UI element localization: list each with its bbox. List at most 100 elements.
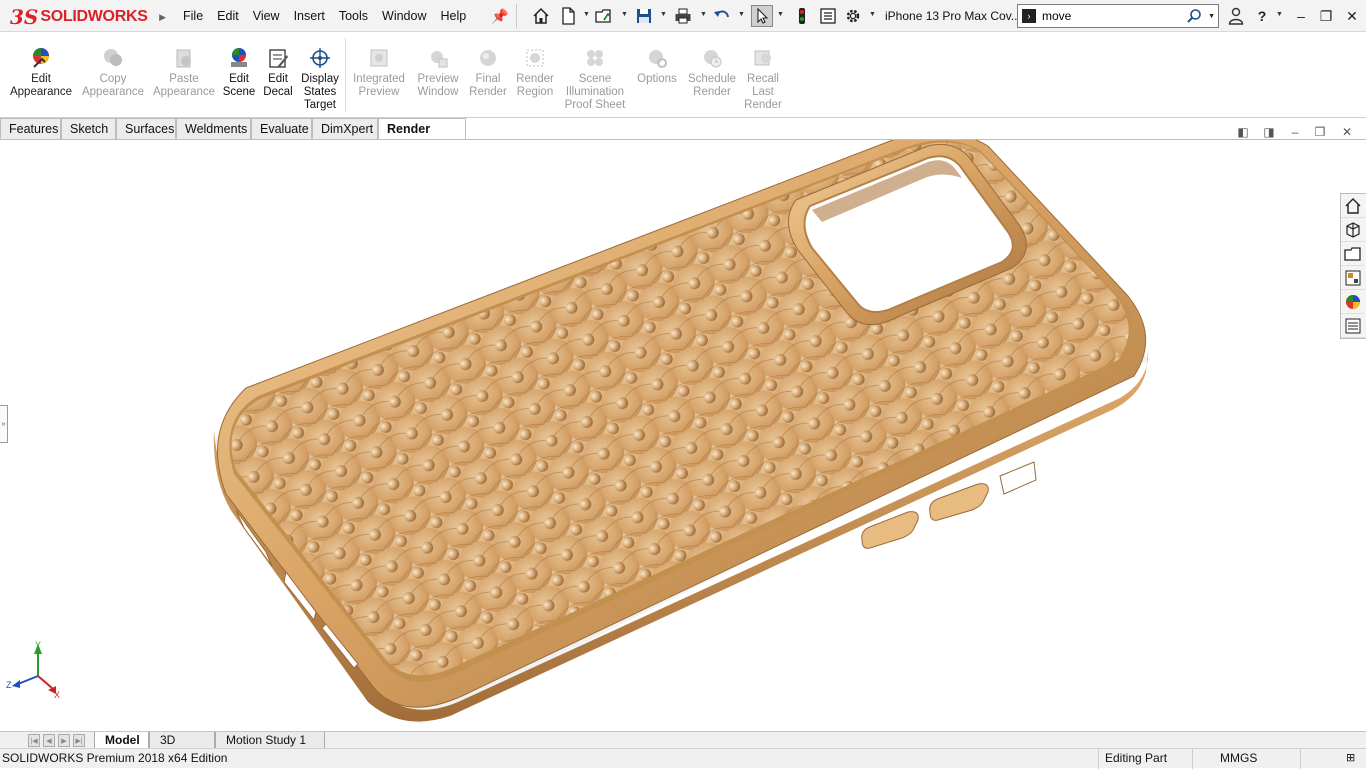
design-library-icon[interactable] — [1341, 218, 1365, 242]
solidworks-resources-icon[interactable] — [1341, 194, 1365, 218]
render-region-button[interactable]: Render Region — [512, 46, 558, 99]
tile-left-icon[interactable]: ◧ — [1235, 125, 1251, 141]
menu-tools[interactable]: Tools — [332, 9, 375, 23]
edit-scene-button[interactable]: Edit Scene — [220, 46, 258, 99]
schedule-render-button[interactable]: Schedule Render — [684, 46, 740, 99]
options-icon — [645, 46, 669, 70]
task-pane-tabs — [1340, 193, 1366, 339]
appearances-scenes-icon[interactable] — [1341, 290, 1365, 314]
options-dropdown-icon[interactable]: ▼ — [869, 11, 876, 18]
options-button[interactable]: Options — [633, 46, 681, 86]
file-properties-icon[interactable] — [817, 5, 839, 27]
command-search-box[interactable]: › ▼ — [1017, 4, 1219, 28]
menu-insert[interactable]: Insert — [287, 9, 332, 23]
edit-decal-button[interactable]: Edit Decal — [260, 46, 296, 99]
window-close-icon[interactable]: ✕ — [1341, 5, 1363, 27]
undo-icon[interactable] — [711, 5, 733, 27]
integrated-preview-label: Integrated Preview — [353, 73, 405, 98]
new-dropdown-icon[interactable]: ▼ — [583, 11, 590, 18]
solidworks-logo[interactable]: 3S SOLIDWORKS ▶ — [10, 2, 166, 32]
prev-tab-arrow-icon[interactable]: ◀ — [43, 734, 55, 747]
paste-appearance-button[interactable]: Paste Appearance — [150, 46, 218, 99]
home-icon[interactable] — [530, 5, 552, 27]
final-render-button[interactable]: Final Render — [466, 46, 510, 99]
options-gear-icon[interactable] — [842, 5, 864, 27]
open-folder-icon[interactable] — [593, 5, 615, 27]
scene-illumination-button[interactable]: Scene Illumination Proof Sheet — [561, 46, 629, 112]
bottom-tab-motion-study[interactable]: Motion Study 1 — [215, 732, 325, 749]
menu-view[interactable]: View — [246, 9, 287, 23]
save-dropdown-icon[interactable]: ▼ — [660, 11, 667, 18]
tab-weldments[interactable]: Weldments — [176, 118, 251, 140]
preview-window-button[interactable]: Preview Window — [412, 46, 464, 99]
search-input[interactable] — [1042, 9, 1172, 23]
print-icon[interactable] — [672, 5, 694, 27]
tab-evaluate[interactable]: Evaluate — [251, 118, 312, 140]
display-states-target-button[interactable]: Display States Target — [299, 46, 341, 112]
viewport-restore-icon[interactable]: ❐ — [1312, 125, 1328, 141]
menu-file[interactable]: File — [176, 9, 210, 23]
viewport-minimize-icon[interactable]: – — [1287, 125, 1303, 141]
select-cursor-icon[interactable] — [751, 5, 773, 27]
tab-dimxpert[interactable]: DimXpert — [312, 118, 378, 140]
help-icon[interactable]: ? — [1251, 5, 1273, 27]
user-account-icon[interactable] — [1225, 5, 1247, 27]
new-document-icon[interactable] — [557, 5, 579, 27]
menu-edit[interactable]: Edit — [210, 9, 246, 23]
resize-grip-icon[interactable]: ⊞ — [1346, 751, 1355, 764]
title-bar: 3S SOLIDWORKS ▶ File Edit View Insert To… — [0, 0, 1366, 32]
undo-dropdown-icon[interactable]: ▼ — [738, 11, 745, 18]
viewport-close-icon[interactable]: ✕ — [1339, 125, 1355, 141]
tab-sketch[interactable]: Sketch — [61, 118, 116, 140]
edit-appearance-button[interactable]: Edit Appearance — [8, 46, 74, 99]
view-palette-icon[interactable] — [1341, 266, 1365, 290]
status-edition: SOLIDWORKS Premium 2018 x64 Edition — [2, 751, 228, 765]
bottom-tab-model[interactable]: Model — [94, 732, 149, 749]
feature-manager-flyout-handle[interactable]: » — [0, 405, 8, 443]
final-render-icon — [476, 46, 500, 70]
rebuild-traffic-light-icon[interactable] — [791, 5, 813, 27]
copy-appearance-label: Copy Appearance — [81, 73, 145, 98]
graphics-area[interactable]: Y X Z — [0, 140, 1366, 732]
status-divider — [1300, 749, 1301, 769]
scene-illumination-label: Scene Illumination Proof Sheet — [564, 73, 626, 111]
schedule-render-label: Schedule Render — [688, 73, 736, 98]
search-dropdown-icon[interactable]: ▼ — [1208, 13, 1215, 20]
triad-y-label: Y — [35, 640, 41, 650]
search-icon[interactable] — [1186, 8, 1202, 27]
open-dropdown-icon[interactable]: ▼ — [621, 11, 628, 18]
pin-menu-icon[interactable]: 📌 — [491, 8, 508, 25]
help-dropdown-icon[interactable]: ▼ — [1276, 11, 1283, 18]
bottom-tab-3d-views[interactable]: 3D Views — [149, 732, 215, 763]
save-icon[interactable] — [633, 5, 655, 27]
last-tab-arrow-icon[interactable]: ▶| — [73, 734, 85, 747]
integrated-preview-button[interactable]: Integrated Preview — [350, 46, 408, 99]
file-explorer-icon[interactable] — [1341, 242, 1365, 266]
custom-properties-icon[interactable] — [1341, 314, 1365, 338]
edit-appearance-label: Edit Appearance — [9, 73, 73, 98]
next-tab-arrow-icon[interactable]: ▶ — [58, 734, 70, 747]
window-restore-icon[interactable]: ❐ — [1315, 5, 1337, 27]
select-dropdown-icon[interactable]: ▼ — [777, 11, 784, 18]
first-tab-arrow-icon[interactable]: |◀ — [28, 734, 40, 747]
display-states-target-label: Display States Target — [301, 73, 339, 111]
copy-appearance-icon — [101, 46, 125, 70]
tile-right-icon[interactable]: ◨ — [1261, 125, 1277, 141]
recall-last-render-button[interactable]: Recall Last Render — [742, 46, 784, 112]
tab-render-tools[interactable]: Render Tools — [378, 118, 466, 156]
tab-surfaces[interactable]: Surfaces — [116, 118, 176, 140]
copy-appearance-button[interactable]: Copy Appearance — [80, 46, 146, 99]
document-title: iPhone 13 Pro Max Cov... — [885, 9, 1021, 23]
paste-appearance-icon — [172, 46, 196, 70]
status-units[interactable]: MMGS — [1220, 751, 1257, 765]
menu-window[interactable]: Window — [375, 9, 433, 23]
separator — [516, 4, 517, 28]
print-dropdown-icon[interactable]: ▼ — [700, 11, 707, 18]
logo-menu-arrow-icon[interactable]: ▶ — [159, 12, 166, 23]
triad-x-label: X — [54, 690, 60, 700]
tab-features[interactable]: Features — [0, 118, 61, 140]
window-minimize-icon[interactable]: – — [1290, 5, 1312, 27]
render-region-label: Render Region — [516, 73, 554, 98]
menu-help[interactable]: Help — [434, 9, 474, 23]
phone-case-model[interactable]: Y X Z — [0, 140, 1366, 732]
